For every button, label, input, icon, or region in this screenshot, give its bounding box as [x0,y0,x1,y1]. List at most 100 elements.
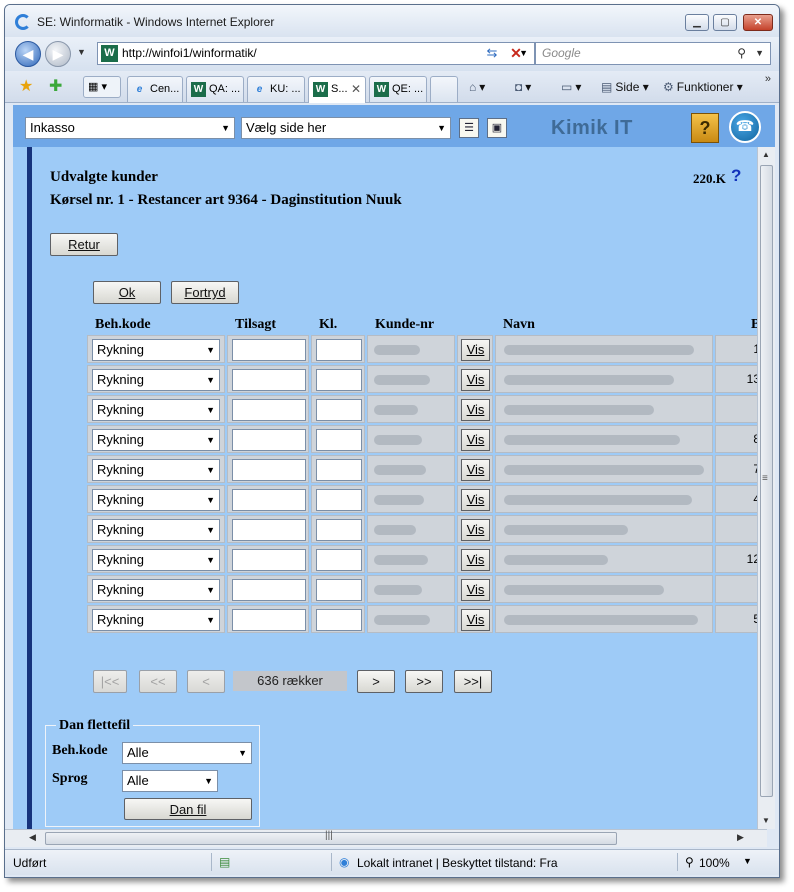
window-view-icon[interactable]: ▣ [487,118,507,138]
tab-cen[interactable]: e Cen... [127,76,183,102]
beh-kode-cell: Rykning ▼ [87,515,225,543]
more-chevron-icon[interactable]: » [765,73,771,85]
kl-input[interactable] [316,609,362,631]
kl-input[interactable] [316,549,362,571]
kl-input[interactable] [316,489,362,511]
merge-sprog-select[interactable]: Alle ▼ [122,770,218,792]
kl-input[interactable] [316,429,362,451]
beh-kode-select[interactable]: Rykning ▼ [92,459,220,481]
zoom-level[interactable]: 100% [699,856,730,870]
stop-icon[interactable]: ✕ [505,42,527,65]
scroll-left-icon[interactable]: ◀ [29,832,36,843]
tilsagt-input[interactable] [232,549,306,571]
prev-page-button[interactable]: < [187,670,225,693]
tilsagt-input[interactable] [232,339,306,361]
vis-button[interactable]: Vis [461,339,490,361]
page-select[interactable]: Vælg side her ▼ [241,117,451,139]
new-tab-button[interactable] [430,76,458,102]
add-favorite-icon[interactable]: ✚ [49,76,62,96]
maximize-button[interactable]: ▢ [713,14,737,31]
vis-button[interactable]: Vis [461,369,490,391]
merge-beh-kode-select[interactable]: Alle ▼ [122,742,252,764]
help-book-icon[interactable]: ? [691,113,719,143]
vis-button[interactable]: Vis [461,459,490,481]
tilsagt-input[interactable] [232,579,306,601]
security-zone-text: Lokalt intranet | Beskyttet tilstand: Fr… [357,856,558,870]
beh-kode-select[interactable]: Rykning ▼ [92,339,220,361]
tab-qe[interactable]: W QE: ... [369,76,427,102]
scroll-down-icon[interactable]: ▼ [762,816,770,825]
vis-button[interactable]: Vis [461,399,490,421]
beh-kode-select[interactable]: Rykning ▼ [92,399,220,421]
next-many-button[interactable]: >> [405,670,443,693]
next-page-button[interactable]: > [357,670,395,693]
kl-input[interactable] [316,579,362,601]
last-page-button[interactable]: >>| [454,670,492,693]
beh-kode-select[interactable]: Rykning ▼ [92,609,220,631]
vis-button[interactable]: Vis [461,549,490,571]
print-button[interactable]: ▭ ▾ [561,77,581,97]
beh-kode-select[interactable]: Rykning ▼ [92,579,220,601]
beh-kode-select[interactable]: Rykning ▼ [92,519,220,541]
undo-button[interactable]: Fortryd [171,281,239,304]
quick-tabs-button[interactable]: ▦ ▾ [83,76,121,98]
forward-arrow-icon[interactable]: ▶ [45,41,71,67]
tilsagt-input[interactable] [232,519,306,541]
search-dropdown-icon[interactable]: ▼ [755,43,764,64]
page-menu[interactable]: ▤ Side ▾ [601,77,649,97]
close-tab-icon[interactable]: ✕ [351,77,361,101]
tilsagt-input[interactable] [232,609,306,631]
tilsagt-input[interactable] [232,429,306,451]
kl-input[interactable] [316,369,362,391]
horizontal-scrollbar[interactable]: ◀ ||| ▶ [5,829,767,847]
beh-kode-select[interactable]: Rykning ▼ [92,369,220,391]
first-page-button[interactable]: |<< [93,670,127,693]
vis-button[interactable]: Vis [461,609,490,631]
zoom-dropdown-icon[interactable]: ▼ [743,856,752,866]
feeds-button[interactable]: ◘ ▾ [515,77,531,97]
home-button[interactable]: ⌂ ▾ [469,77,485,97]
scroll-right-icon[interactable]: ▶ [737,832,744,843]
beh-kode-select[interactable]: Rykning ▼ [92,489,220,511]
ok-button[interactable]: Ok [93,281,161,304]
list-view-icon[interactable]: ☰ [459,118,479,138]
kl-input[interactable] [316,399,362,421]
beh-kode-select[interactable]: Rykning ▼ [92,549,220,571]
vis-button[interactable]: Vis [461,579,490,601]
tilsagt-input[interactable] [232,459,306,481]
vis-button[interactable]: Vis [461,429,490,451]
redacted-navn [504,345,694,355]
tab-qa[interactable]: W QA: ... [186,76,244,102]
vertical-scrollbar[interactable]: ▲ ≡ ▼ [757,147,775,829]
favorites-star-icon[interactable]: ★ [19,76,33,96]
search-box[interactable]: Google ⚲ ▼ [535,42,771,65]
address-bar[interactable]: W http://winfoi1/winformatik/ ▼ [97,42,535,65]
tilsagt-input[interactable] [232,369,306,391]
tab-ku[interactable]: e KU: ... [247,76,305,102]
module-select[interactable]: Inkasso ▼ [25,117,235,139]
column-header-beh-kode: Beh.kode [95,317,151,332]
redacted-kunde-nr [374,375,430,385]
create-file-button[interactable]: Dan fil [124,798,252,820]
kl-input[interactable] [316,459,362,481]
vis-button[interactable]: Vis [461,489,490,511]
tilsagt-input[interactable] [232,399,306,421]
minimize-button[interactable]: ▁ [685,14,709,31]
history-dropdown-icon[interactable]: ▼ [77,47,86,57]
close-button[interactable]: ✕ [743,14,773,31]
phone-icon[interactable]: ☎ [729,111,761,143]
back-arrow-icon[interactable]: ◀ [15,41,41,67]
tools-menu[interactable]: ⚙ Funktioner ▾ [663,77,743,97]
refresh-icon[interactable]: ⇆ [481,42,503,65]
help-icon[interactable]: ? [731,166,741,186]
prev-many-button[interactable]: << [139,670,177,693]
search-icon[interactable]: ⚲ [737,43,746,64]
kl-input[interactable] [316,339,362,361]
vis-button[interactable]: Vis [461,519,490,541]
tilsagt-input[interactable] [232,489,306,511]
back-button[interactable]: Retur [50,233,118,256]
kl-input[interactable] [316,519,362,541]
tab-s-active[interactable]: W S... ✕ [308,76,366,103]
beh-kode-select[interactable]: Rykning ▼ [92,429,220,451]
scroll-up-icon[interactable]: ▲ [762,150,770,159]
